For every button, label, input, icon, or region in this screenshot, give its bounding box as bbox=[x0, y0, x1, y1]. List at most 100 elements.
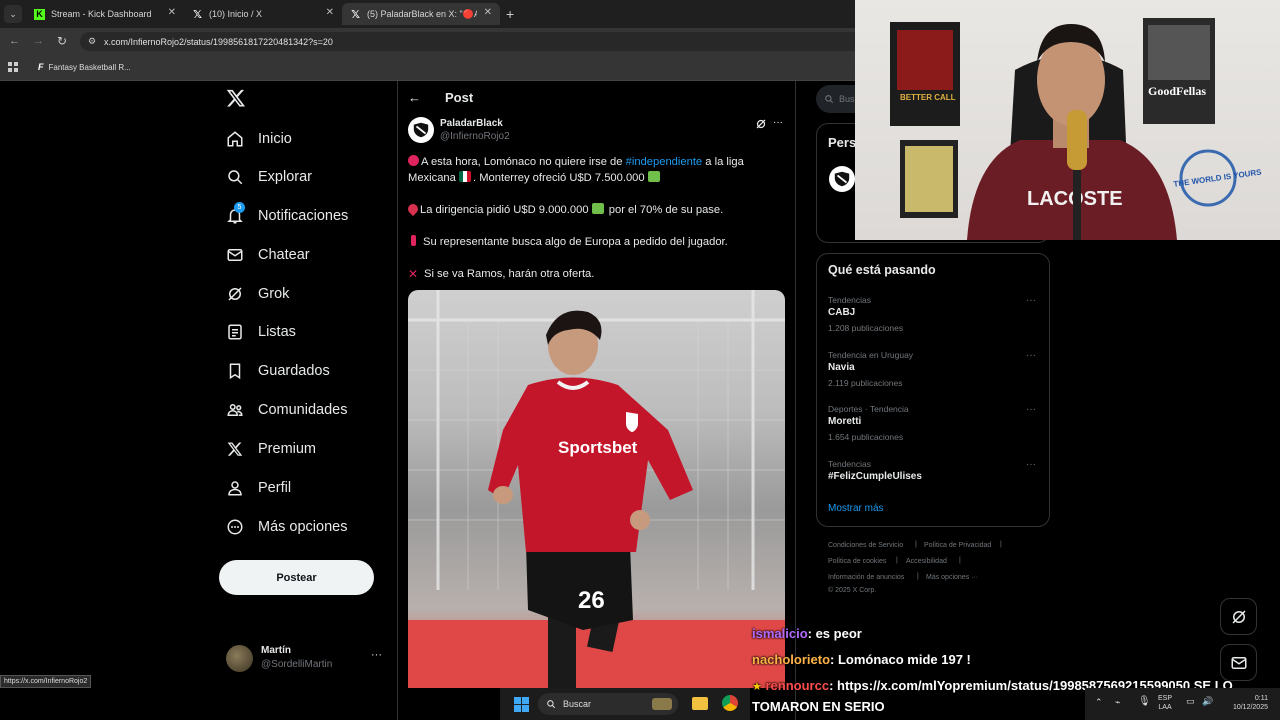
author-avatar[interactable] bbox=[408, 117, 434, 143]
search-icon bbox=[825, 95, 834, 104]
nav-label: Comunidades bbox=[258, 402, 348, 418]
footer-ads-link[interactable]: Información de anuncios bbox=[828, 574, 904, 581]
microphone-icon[interactable]: 🎙 bbox=[1138, 696, 1151, 707]
bell-icon: 5 bbox=[226, 202, 245, 225]
footer-accessibility-link[interactable]: Accesibilidad bbox=[906, 558, 947, 565]
tab-list-button[interactable]: ⌄ bbox=[4, 5, 22, 23]
person-avatar[interactable] bbox=[829, 166, 855, 192]
nav-listas[interactable]: Listas bbox=[226, 318, 296, 346]
nav-label: Listas bbox=[258, 324, 296, 340]
author-handle[interactable]: @InfiernoRojo2 bbox=[440, 131, 510, 142]
nav-chatear[interactable]: Chatear bbox=[226, 241, 310, 269]
network-icon[interactable]: ⌁ bbox=[1115, 697, 1120, 708]
trend-name[interactable]: Moretti bbox=[828, 416, 861, 427]
more-icon[interactable]: ··· bbox=[371, 649, 382, 661]
footer-divider: | bbox=[959, 557, 961, 564]
reload-icon[interactable]: ↻ bbox=[57, 34, 67, 48]
tweet-photo[interactable]: Sportsbet 26 bbox=[408, 290, 785, 688]
taskbar-search[interactable]: Buscar bbox=[538, 693, 678, 715]
svg-text:BETTER CALL: BETTER CALL bbox=[900, 93, 956, 102]
status-url: https://x.com/InfiernoRojo2 bbox=[4, 678, 88, 685]
tweet-text: a la liga bbox=[702, 156, 744, 168]
apps-grid-icon[interactable] bbox=[8, 62, 18, 72]
person-icon bbox=[226, 479, 244, 497]
trend-name[interactable]: Navia bbox=[828, 362, 855, 373]
nav-inicio[interactable]: Inicio bbox=[226, 125, 292, 153]
footer-divider: | bbox=[917, 573, 919, 580]
tab-title: (10) Inicio / X bbox=[209, 9, 263, 19]
tweet-text: Mexicana bbox=[408, 172, 459, 184]
nav-grok[interactable]: Grok bbox=[226, 280, 289, 308]
close-icon[interactable]: ✕ bbox=[168, 7, 176, 18]
chrome-taskbar-icon[interactable] bbox=[722, 695, 738, 711]
trend-name[interactable]: CABJ bbox=[828, 307, 855, 318]
more-icon[interactable]: ··· bbox=[773, 117, 783, 128]
trend-count: 1.208 publicaciones bbox=[828, 323, 904, 333]
bookmark-icon bbox=[226, 362, 244, 380]
nav-premium[interactable]: Premium bbox=[226, 435, 316, 463]
search-placeholder: Bus bbox=[839, 94, 855, 104]
footer-divider: | bbox=[915, 541, 917, 548]
chevron-down-icon: ⌄ bbox=[9, 8, 17, 19]
hashtag-link[interactable]: #independiente bbox=[626, 156, 703, 168]
more-icon[interactable]: ··· bbox=[1026, 404, 1036, 415]
forward-icon[interactable]: → bbox=[33, 35, 44, 47]
file-explorer-icon[interactable] bbox=[692, 697, 708, 710]
clock[interactable]: 0:11 10/12/2025 bbox=[1222, 694, 1268, 712]
grok-icon bbox=[1231, 609, 1246, 624]
new-tab-button[interactable]: + bbox=[506, 6, 514, 22]
more-circle-icon bbox=[226, 518, 244, 536]
club-shield-icon bbox=[834, 171, 850, 187]
show-more-link[interactable]: Mostrar más bbox=[828, 503, 884, 514]
grok-icon[interactable] bbox=[755, 118, 767, 130]
messages-floating-button[interactable] bbox=[1220, 644, 1257, 681]
bookmark-fantasy-basketball[interactable]: F Fantasy Basketball R... bbox=[38, 62, 131, 72]
tab-x-inicio[interactable]: 𝕏 (10) Inicio / X ✕ bbox=[184, 3, 342, 25]
x-logo-icon[interactable] bbox=[226, 88, 246, 108]
more-icon[interactable]: ··· bbox=[1026, 350, 1036, 361]
tab-paladarblack-post[interactable]: 𝕏 (5) PaladarBlack en X: "🔴A est ✕ bbox=[342, 3, 500, 25]
more-icon[interactable]: ··· bbox=[1026, 459, 1036, 470]
post-button[interactable]: Postear bbox=[219, 560, 374, 595]
url-text: x.com/InfiernoRojo2/status/1998561817220… bbox=[104, 36, 333, 47]
trends-title: Qué está pasando bbox=[828, 263, 936, 277]
wifi-icon[interactable]: ▭ bbox=[1186, 696, 1195, 707]
player-illustration: Sportsbet 26 bbox=[408, 290, 785, 688]
author-name[interactable]: PaladarBlack bbox=[440, 118, 503, 129]
search-icon bbox=[547, 700, 556, 709]
nav-label: Guardados bbox=[258, 363, 330, 379]
back-icon[interactable]: ← bbox=[9, 35, 20, 47]
footer-terms-link[interactable]: Condiciones de Servicio bbox=[828, 542, 903, 549]
money-icon bbox=[591, 203, 604, 214]
tab-kick-dashboard[interactable]: K Stream - Kick Dashboard ✕ bbox=[26, 3, 184, 25]
back-arrow-icon[interactable]: ← bbox=[408, 90, 421, 105]
keyboard-lang[interactable]: ESP LAA bbox=[1158, 694, 1172, 712]
footer-cookies-link[interactable]: Política de cookies bbox=[828, 558, 886, 565]
nav-comunidades[interactable]: Comunidades bbox=[226, 396, 347, 424]
search-icon bbox=[226, 168, 244, 186]
webcam-overlay: BETTER CALL GoodFellas THE WORLD IS YOUR… bbox=[855, 0, 1280, 240]
footer-more-link[interactable]: Más opciones ··· bbox=[926, 574, 978, 581]
nav-perfil[interactable]: Perfil bbox=[226, 474, 291, 502]
tab-title: Stream - Kick Dashboard bbox=[51, 9, 152, 19]
tweet-line-2: Mexicana . Monterrey ofreció U$D 7.500.0… bbox=[408, 171, 662, 184]
tweet-text: A esta hora, Lomónaco no quiere irse de bbox=[421, 156, 626, 168]
exclamation-icon bbox=[411, 235, 416, 246]
nav-notificaciones[interactable]: 5 Notificaciones bbox=[226, 202, 348, 230]
grok-floating-button[interactable] bbox=[1220, 598, 1257, 635]
link-status-tooltip: https://x.com/InfiernoRojo2 bbox=[0, 675, 92, 688]
nav-mas-opciones[interactable]: Más opciones bbox=[226, 513, 347, 541]
more-icon[interactable]: ··· bbox=[1026, 295, 1036, 306]
trend-name[interactable]: #FelizCumpleUlises bbox=[828, 471, 922, 482]
site-info-icon[interactable]: ⚙ bbox=[88, 36, 96, 47]
account-switcher[interactable]: Martín @SordelliMartin ··· bbox=[226, 643, 386, 675]
section-title: Pers bbox=[828, 135, 857, 150]
windows-start-icon[interactable] bbox=[514, 697, 529, 712]
close-icon[interactable]: ✕ bbox=[484, 7, 492, 18]
footer-privacy-link[interactable]: Política de Privacidad bbox=[924, 542, 991, 549]
volume-icon[interactable]: 🔊 bbox=[1202, 696, 1213, 707]
tray-chevron-icon[interactable]: ⌃ bbox=[1095, 697, 1103, 708]
nav-guardados[interactable]: Guardados bbox=[226, 357, 330, 385]
nav-explorar[interactable]: Explorar bbox=[226, 163, 312, 191]
close-icon[interactable]: ✕ bbox=[326, 7, 334, 18]
